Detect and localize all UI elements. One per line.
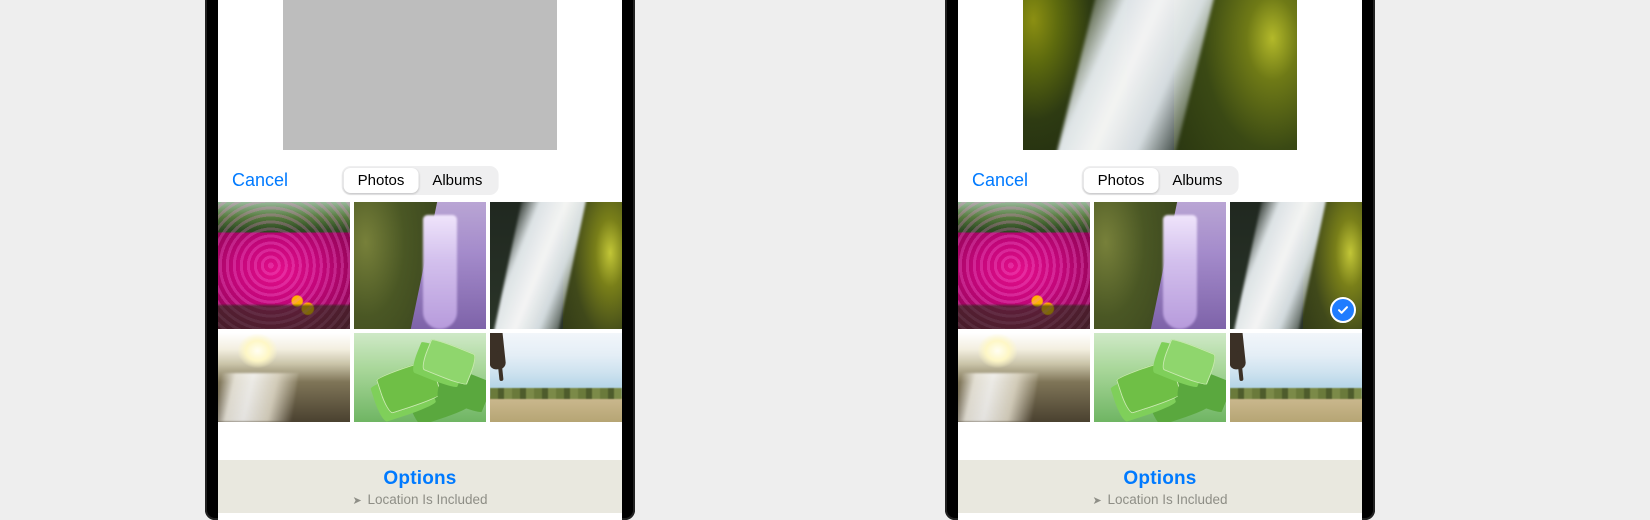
location-label: ➤ Location Is Included bbox=[218, 492, 622, 507]
photo-thumb-2[interactable] bbox=[354, 202, 486, 329]
phone-right: Cancel Photos Albums Options ➤ L bbox=[945, 0, 1375, 520]
location-text: Location Is Included bbox=[1107, 492, 1227, 507]
tab-albums[interactable]: Albums bbox=[418, 168, 496, 193]
segmented-control: Photos Albums bbox=[1082, 166, 1239, 195]
picker-header: Cancel Photos Albums bbox=[958, 160, 1362, 200]
location-arrow-icon: ➤ bbox=[352, 494, 361, 507]
photo-thumb-6[interactable] bbox=[490, 333, 622, 422]
options-button[interactable]: Options bbox=[958, 468, 1362, 490]
cancel-button[interactable]: Cancel bbox=[958, 170, 1028, 191]
preview-selected-image bbox=[1023, 0, 1297, 150]
options-button[interactable]: Options bbox=[218, 468, 622, 490]
photo-grid bbox=[958, 200, 1362, 460]
picker-footer: Options ➤ Location Is Included bbox=[958, 460, 1362, 513]
photo-thumb-6[interactable] bbox=[1230, 333, 1362, 422]
preview-placeholder: PICTURE bbox=[283, 0, 557, 150]
picker-header: Cancel Photos Albums bbox=[218, 160, 622, 200]
phone-left: PICTURE Cancel Photos Albums Options ➤ L… bbox=[205, 0, 635, 520]
photo-thumb-4[interactable] bbox=[218, 333, 350, 422]
location-label: ➤ Location Is Included bbox=[958, 492, 1362, 507]
preview-waterfall-image bbox=[1023, 0, 1297, 150]
tab-albums[interactable]: Albums bbox=[1158, 168, 1236, 193]
photo-thumb-4[interactable] bbox=[958, 333, 1090, 422]
tab-photos[interactable]: Photos bbox=[1084, 168, 1159, 193]
segmented-control: Photos Albums bbox=[342, 166, 499, 195]
photo-thumb-3[interactable] bbox=[490, 202, 622, 329]
picker-footer: Options ➤ Location Is Included bbox=[218, 460, 622, 513]
preview-area bbox=[958, 0, 1362, 160]
screen: Cancel Photos Albums Options ➤ L bbox=[958, 0, 1362, 520]
screen: PICTURE Cancel Photos Albums Options ➤ L… bbox=[218, 0, 622, 520]
photo-thumb-1[interactable] bbox=[218, 202, 350, 329]
location-arrow-icon: ➤ bbox=[1092, 494, 1101, 507]
photo-grid bbox=[218, 200, 622, 460]
photo-thumb-1[interactable] bbox=[958, 202, 1090, 329]
tab-photos[interactable]: Photos bbox=[344, 168, 419, 193]
preview-area: PICTURE bbox=[218, 0, 622, 160]
location-text: Location Is Included bbox=[367, 492, 487, 507]
photo-thumb-5[interactable] bbox=[354, 333, 486, 422]
photo-thumb-5[interactable] bbox=[1094, 333, 1226, 422]
photo-thumb-3[interactable] bbox=[1230, 202, 1362, 329]
photo-thumb-2[interactable] bbox=[1094, 202, 1226, 329]
selected-check-icon bbox=[1330, 297, 1356, 323]
cancel-button[interactable]: Cancel bbox=[218, 170, 288, 191]
